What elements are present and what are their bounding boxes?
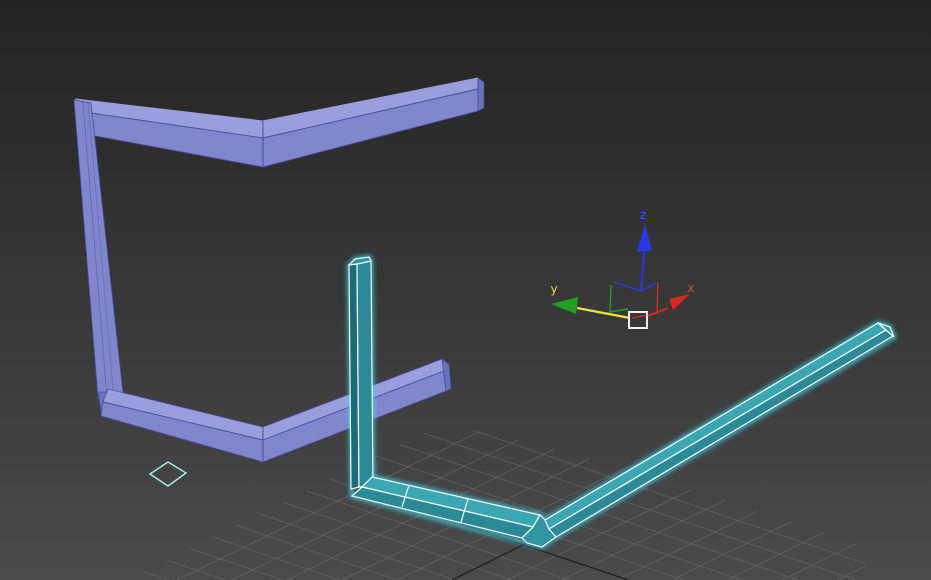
viewport-canvas[interactable]: z y x xyxy=(0,0,931,580)
frame-end-cap[interactable] xyxy=(477,77,485,112)
y-axis-label: y xyxy=(550,282,557,296)
z-axis-label: z xyxy=(640,208,646,222)
sweep-face[interactable] xyxy=(356,260,374,488)
x-axis-label: x xyxy=(687,281,694,295)
viewport[interactable]: z y x xyxy=(0,0,931,580)
